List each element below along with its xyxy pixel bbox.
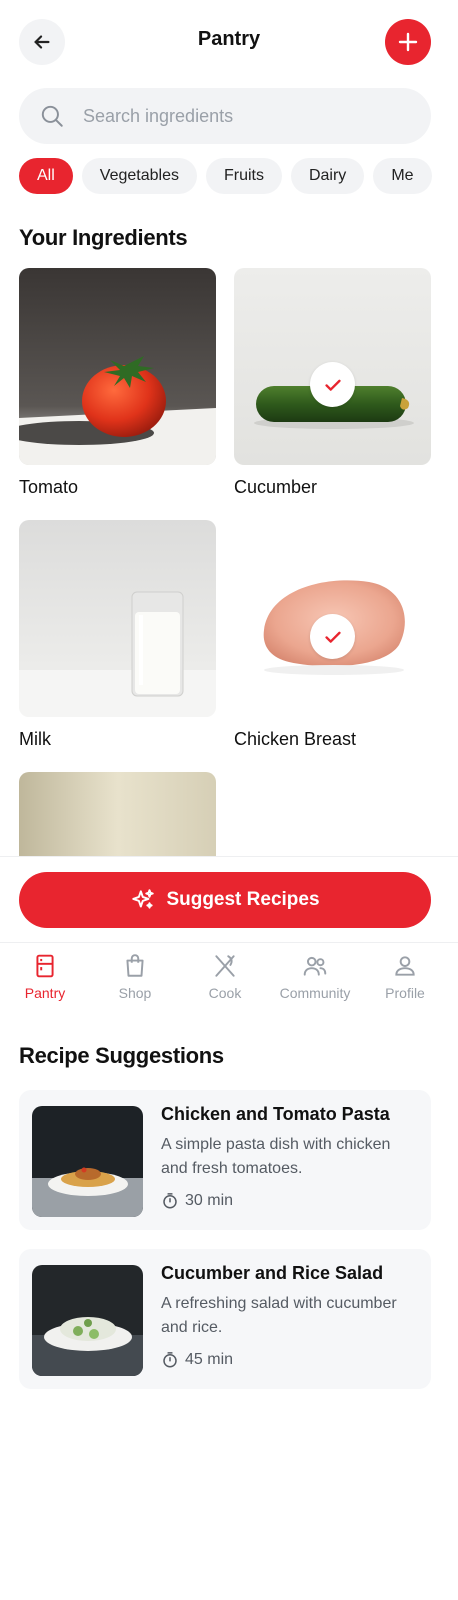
user-icon [395,956,415,976]
ingredient-card-milk[interactable]: Milk [19,520,216,750]
tab-pantry[interactable]: Pantry [0,953,90,1001]
recipe-time: 30 min [161,1192,233,1210]
tab-label: Community [279,985,351,1001]
recipes-section-title: Recipe Suggestions [19,1043,224,1068]
recipe-title: Cucumber and Rice Salad [161,1263,384,1283]
tab-cook[interactable]: Cook [180,953,270,1001]
ingredient-name: Chicken Breast [234,729,357,749]
recipe-time-value: 45 min [185,1351,234,1368]
filter-chip-dairy[interactable]: Dairy [290,158,365,194]
utensils-icon [215,955,235,977]
add-ingredient-button[interactable] [385,19,431,65]
filter-chip-fruits[interactable]: Fruits [205,158,282,194]
recipe-card-chicken-tomato-pasta[interactable]: Chicken and Tomato Pasta A simple pasta … [19,1090,431,1230]
category-filter-bar: All Vegetables Fruits Dairy Me [19,158,458,194]
recipe-time-value: 30 min [185,1192,234,1209]
recipe-title: Chicken and Tomato Pasta [161,1104,390,1124]
tab-community[interactable]: Community [270,953,360,1001]
filter-chip-vegetables[interactable]: Vegetables [81,158,197,194]
ingredients-section-title: Your Ingredients [19,225,188,250]
users-icon [303,956,327,976]
filter-chip-meat[interactable]: Me [373,158,432,194]
ingredient-name: Tomato [19,477,79,497]
search-bar[interactable] [19,88,431,144]
top-bar: Pantry [0,0,458,84]
suggest-recipes-label: Suggest Recipes [166,889,320,910]
search-input[interactable] [83,88,413,144]
bottom-tab-bar: Pantry Shop Cook Community Profile [0,942,458,1012]
recipe-image [32,1106,143,1217]
recipe-image [32,1265,143,1376]
recipe-description: A refreshing salad with cucumber and ric… [161,1295,397,1336]
filter-chip-all[interactable]: All [19,158,73,194]
tab-label: Pantry [24,985,66,1001]
ingredient-card-chicken-breast[interactable]: Chicken Breast [234,520,431,750]
ingredient-card-tomato[interactable]: Tomato [19,268,216,498]
plus-icon [398,32,418,52]
check-icon [324,631,341,643]
tab-profile[interactable]: Profile [360,953,450,1001]
ingredient-name: Cucumber [234,477,318,497]
tab-label: Cook [208,985,242,1001]
recipe-time: 45 min [161,1351,233,1369]
fridge-icon [36,954,54,978]
cucumber-image [234,268,431,465]
ingredient-card[interactable] [19,772,216,856]
timer-icon [163,1193,177,1209]
timer-icon [163,1352,177,1368]
selected-checkmark [310,614,355,659]
check-icon [324,379,341,391]
tomato-image [19,268,216,465]
milk-image [19,520,216,717]
recipe-description: A simple pasta dish with chicken and fre… [161,1136,391,1177]
ingredient-image [19,772,216,856]
selected-checkmark [310,362,355,407]
ingredient-card-cucumber[interactable]: Cucumber [234,268,431,498]
tab-shop[interactable]: Shop [90,953,180,1001]
tab-label: Profile [385,985,425,1001]
search-icon [41,105,63,127]
chicken-breast-image [234,520,431,717]
sparkles-icon [132,889,155,909]
suggest-recipes-button[interactable]: Suggest Recipes [19,872,431,928]
recipe-card-cucumber-rice-salad[interactable]: Cucumber and Rice Salad A refreshing sal… [19,1249,431,1389]
tab-label: Shop [118,985,152,1001]
ingredient-name: Milk [19,729,51,749]
shopping-bag-icon [126,954,144,977]
cta-container: Suggest Recipes [0,856,458,942]
